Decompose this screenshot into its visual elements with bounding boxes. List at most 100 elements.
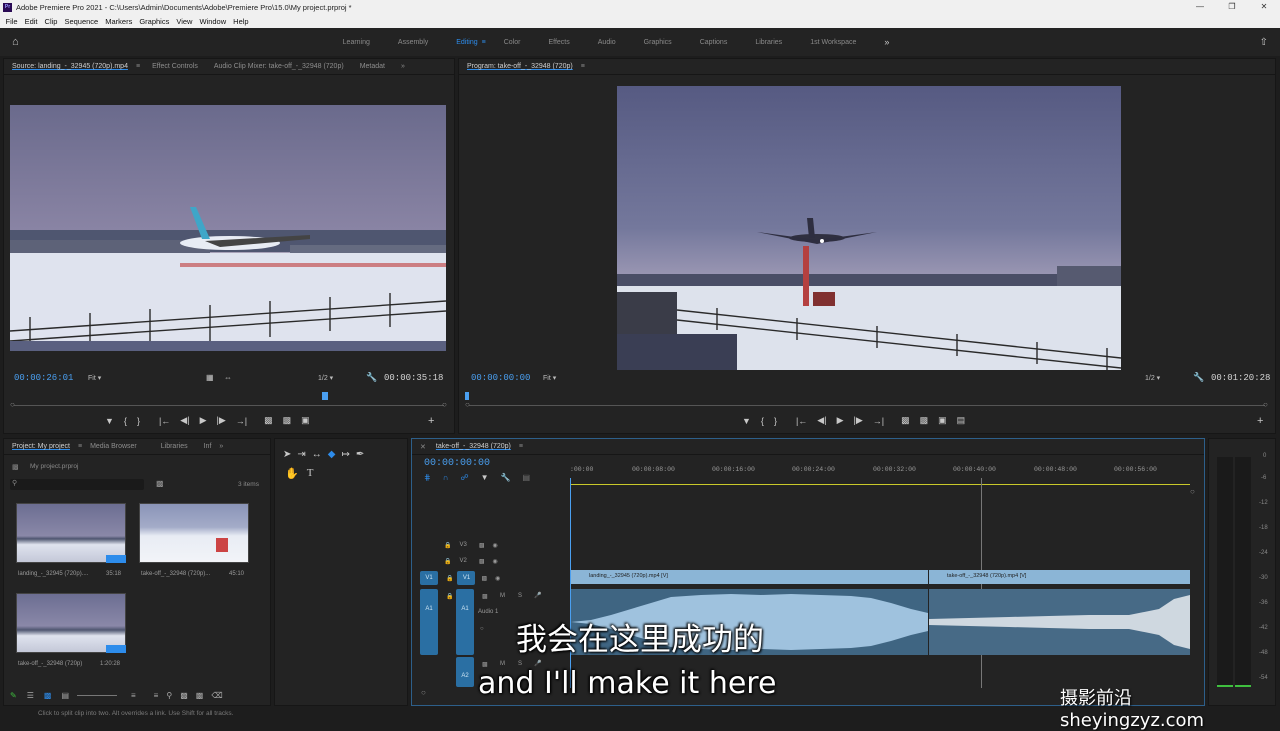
program-menu-icon[interactable]: ≡ [581,63,585,70]
export-frame-icon[interactable]: ▣ [301,415,310,426]
track-target-a2[interactable]: A2 [456,657,474,687]
timeline-settings-icon[interactable]: 🔧 [500,473,510,482]
track-target-v1[interactable]: V1 [457,571,476,585]
source-fit-dropdown[interactable]: Fit ▾ [88,374,126,384]
play-icon[interactable]: ▶ [200,415,207,426]
menu-view[interactable]: View [173,17,196,26]
extract-icon[interactable]: ▩ [920,415,929,426]
program-export-frame-icon[interactable]: ▣ [938,415,947,426]
track-target-a1[interactable]: A1 [456,589,474,655]
safe-margins-icon[interactable]: ▦ [206,373,214,382]
program-step-forward-icon[interactable]: |▶ [853,415,862,426]
audio-clip-takeoff[interactable] [929,589,1190,655]
video-clip-landing[interactable]: landing_-_32945 (720p).mp4 [V] [571,570,928,584]
step-back-icon[interactable]: ◀| [180,415,189,426]
program-go-to-in-icon[interactable]: |← [796,416,807,426]
menu-clip[interactable]: Clip [41,17,61,26]
timeline-end-icon[interactable]: ○ [1190,487,1195,496]
more-workspaces-icon[interactable]: » [884,37,889,47]
program-in-point-icon[interactable]: ○ [465,400,470,409]
tab-source[interactable]: Source: landing_-_32945 (720p).mp4 [4,63,136,70]
program-playhead[interactable] [465,392,469,400]
mark-in-icon[interactable]: { [124,416,127,426]
menu-file[interactable]: File [2,17,21,26]
ripple-edit-tool-icon[interactable]: ↔ [312,449,322,460]
workspace-libraries[interactable]: Libraries [741,39,796,46]
snap-icon[interactable]: ∩ [443,473,449,482]
go-to-in-icon[interactable]: |← [159,416,170,426]
program-add-button-icon[interactable]: + [1257,415,1263,427]
captions-icon[interactable]: ▤ [522,473,530,482]
tab-sequence[interactable]: take-off_-_32948 (720p) [428,443,519,450]
minimize-icon[interactable]: — [1184,0,1216,14]
timeline-close-icon[interactable]: ✕ [418,443,428,451]
tab-libraries[interactable]: Libraries [145,443,196,450]
tab-effect-controls[interactable]: Effect Controls [144,63,206,70]
tab-program[interactable]: Program: take-off_-_32948 (720p) [459,63,581,70]
source-out-point-icon[interactable]: ○ [442,400,447,409]
program-add-marker-icon[interactable]: ▼ [742,416,751,426]
icon-view-icon[interactable]: ▩ [44,691,52,700]
insert-overwrite-sequences-icon[interactable]: ⋕ [424,473,431,482]
sort-icon[interactable]: ≡ [131,691,136,700]
automate-icon[interactable]: ≡ [154,691,159,700]
list-view-icon[interactable]: ☰ [27,691,34,700]
source-patch-v1[interactable]: V1 [420,571,438,585]
pencil-icon[interactable]: ✎ [10,691,17,700]
menu-graphics[interactable]: Graphics [136,17,173,26]
lock-icon[interactable]: 🔒 [444,542,451,549]
sync-icon[interactable]: ▩ [481,575,487,582]
maximize-icon[interactable]: ❐ [1216,0,1248,14]
home-icon[interactable]: ⌂ [12,36,19,48]
hand-tool-icon[interactable]: ✋ [285,467,299,480]
mark-out-icon[interactable]: } [137,416,140,426]
menu-sequence[interactable]: Sequence [61,17,102,26]
source-resolution-dropdown[interactable]: 1/2 ▾ [318,374,356,382]
sync-icon[interactable]: ▩ [479,558,485,565]
workspace-audio[interactable]: Audio [584,39,630,46]
more-tabs-icon[interactable]: » [393,63,413,70]
project-item-landing[interactable]: landing_-_32945 (720p).... 35:18 [16,503,126,583]
timeline-scroll-start-icon[interactable]: ○ [421,688,426,697]
workspace-learning[interactable]: Learning [329,39,384,46]
eye-icon[interactable]: ◉ [493,542,498,549]
microphone-icon[interactable]: 🎤 [534,592,541,599]
selection-tool-icon[interactable]: ➤ [283,449,291,460]
step-forward-icon[interactable]: |▶ [216,415,225,426]
linked-selection-icon[interactable]: ☍ [460,473,468,482]
tab-media-browser[interactable]: Media Browser [82,443,145,450]
program-timecode[interactable]: 00:00:00:00 [471,373,530,383]
video-clip-takeoff[interactable]: take-off_-_32948 (720p).mp4 [V] [929,570,1190,584]
source-patch-a1[interactable]: A1 [420,589,438,655]
tab-project[interactable]: Project: My project [4,443,78,450]
close-icon[interactable]: ✕ [1248,0,1280,14]
source-video-frame[interactable] [10,105,446,351]
workspace-1st[interactable]: 1st Workspace [796,39,870,46]
freeform-view-icon[interactable]: ▤ [61,691,69,700]
program-settings-wrench-icon[interactable]: 🔧 [1193,372,1204,383]
new-bin-icon[interactable]: ▩ [180,691,188,700]
comparison-view-icon[interactable]: ▤ [957,415,966,426]
solo-button[interactable]: S [518,593,522,599]
find-icon[interactable]: ⚲ [166,691,172,700]
panel-menu-icon[interactable]: ≡ [136,63,144,70]
go-to-out-icon[interactable]: →| [236,416,247,426]
source-add-button-icon[interactable]: + [428,415,434,427]
insert-icon[interactable]: ▩ [264,415,273,426]
program-fit-dropdown[interactable]: Fit ▾ [543,374,581,382]
share-icon[interactable]: ⇧ [1260,37,1268,48]
program-play-icon[interactable]: ▶ [837,415,844,426]
new-bin-from-search-icon[interactable]: ▩ [156,479,164,488]
program-video-frame[interactable] [617,86,1121,370]
lock-icon[interactable]: 🔒 [446,575,453,582]
workspace-menu-icon[interactable]: ≡ [482,39,486,46]
menu-help[interactable]: Help [230,17,252,26]
program-scrubber[interactable] [469,405,1265,406]
program-mark-out-icon[interactable]: } [774,416,777,426]
source-scrubber[interactable] [14,405,444,406]
workspace-captions[interactable]: Captions [686,39,742,46]
project-search-input[interactable]: ⚲ [10,479,144,490]
program-step-back-icon[interactable]: ◀| [817,415,826,426]
add-marker-icon[interactable]: ▼ [105,416,114,426]
drag-video-icon[interactable]: ⇔ [224,373,232,382]
